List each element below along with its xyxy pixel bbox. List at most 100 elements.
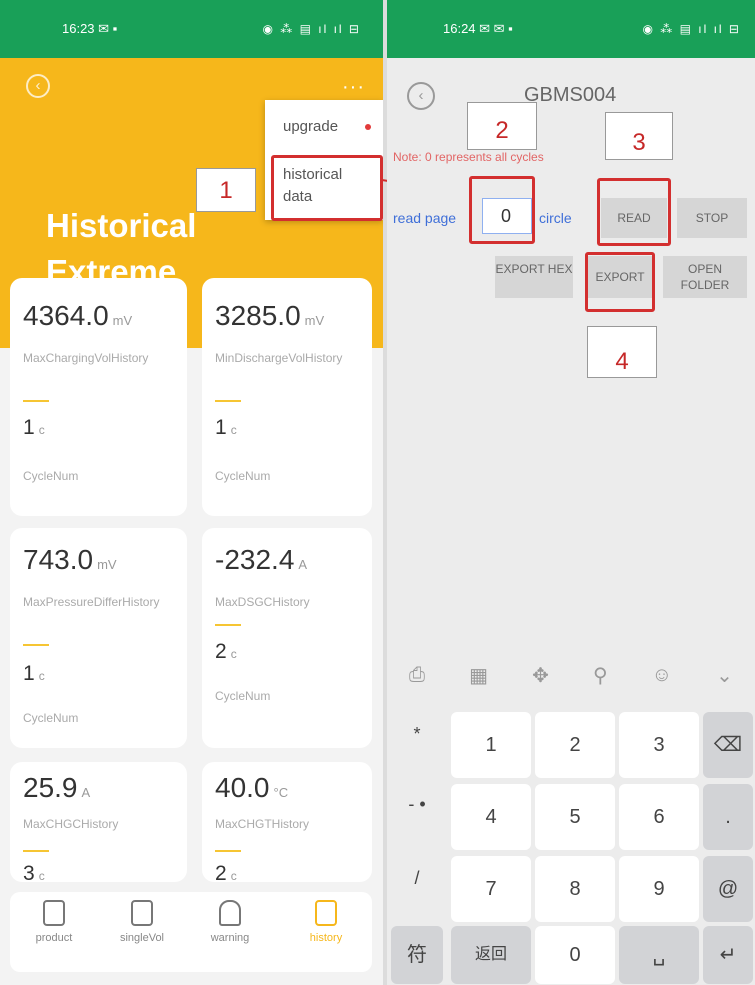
divider (23, 644, 49, 646)
highlight-box-4 (585, 252, 655, 312)
key-6[interactable]: 6 (619, 784, 699, 850)
tab-warning[interactable]: warning (194, 900, 266, 944)
menu-item-label: upgrade (283, 118, 339, 135)
status-time: 16:24 (443, 21, 476, 36)
annotation-2: 2 (467, 102, 537, 150)
status-left-icons: ✉ ▪ (98, 21, 118, 36)
card-value: 25.9 A (23, 772, 91, 803)
cycle-label: CycleNum (215, 689, 271, 703)
back-icon[interactable]: ‹ (26, 74, 50, 98)
tab-singlevol[interactable]: singleVol (106, 900, 178, 944)
back-icon[interactable]: ‹ (407, 82, 435, 110)
cycle-count: 1c (215, 416, 237, 439)
annotation-4: 4 (587, 326, 657, 378)
more-icon[interactable]: ··· (342, 76, 365, 99)
key-5[interactable]: 5 (535, 784, 615, 850)
card-label: MaxPressureDifferHistory (23, 595, 160, 609)
card-label: MaxChargingVolHistory (23, 351, 149, 365)
key-9[interactable]: 9 (619, 856, 699, 922)
card-value: -232.4 A (215, 544, 308, 575)
backspace-icon[interactable]: ⌫ (703, 712, 753, 778)
key-7[interactable]: 7 (451, 856, 531, 922)
status-right-icons: ◉ ⁂ ▤ ıl ıl ⊟ (262, 22, 361, 36)
status-time: 16:23 (62, 21, 95, 36)
card-max-chgt: 40.0 °C MaxCHGTHistory 2c (202, 762, 372, 885)
key-1[interactable]: 1 (451, 712, 531, 778)
tab-history[interactable]: history (290, 900, 362, 944)
tab-product[interactable]: product (18, 900, 90, 944)
key-4[interactable]: 4 (451, 784, 531, 850)
keyboard-toolbar: ⎙ ▦ ✥ ⚲ ☺ ⌄ (387, 640, 755, 710)
cycle-label: CycleNum (23, 469, 79, 483)
card-max-pressure-diff: 743.0 mV MaxPressureDifferHistory 1c Cycl… (10, 528, 187, 748)
key-2[interactable]: 2 (535, 712, 615, 778)
divider (23, 400, 49, 402)
cycle-count: 2c (215, 640, 237, 663)
divider (215, 624, 241, 626)
card-max-charging-vol: 4364.0 mV MaxChargingVolHistory 1c CycleN… (10, 278, 187, 516)
key-back[interactable]: 返回 (451, 926, 531, 984)
key-dash[interactable]: - • (391, 784, 443, 850)
bell-icon (219, 900, 241, 926)
search-icon[interactable]: ⚲ (593, 663, 608, 688)
emoji-icon[interactable]: ☺ (652, 664, 672, 687)
key-star[interactable]: * (391, 712, 443, 778)
status-bar: 16:24 ✉ ✉ ▪ ◉ ⁂ ▤ ıl ıl ⊟ (387, 0, 755, 58)
collapse-icon[interactable]: ⌄ (716, 663, 733, 688)
key-0[interactable]: 0 (535, 926, 615, 984)
read-page-label: read page (393, 210, 457, 226)
enter-icon[interactable]: ↵ (703, 926, 753, 984)
cursor-move-icon[interactable]: ✥ (532, 663, 549, 688)
device-title: GBMS004 (524, 84, 617, 106)
key-at[interactable]: @ (703, 856, 753, 922)
clipboard-icon[interactable]: ⎙ (409, 664, 425, 687)
battery-icon (43, 900, 65, 926)
card-value: 40.0 °C (215, 772, 289, 803)
stop-button[interactable]: STOP (677, 198, 747, 238)
card-label: MaxCHGTHistory (215, 817, 310, 831)
card-value: 4364.0 mV (23, 300, 133, 331)
card-label: MinDischargeVolHistory (215, 351, 343, 365)
cycle-count: 2c (215, 862, 237, 885)
key-8[interactable]: 8 (535, 856, 615, 922)
annotation-3: 3 (605, 112, 673, 160)
status-right-icons: ◉ ⁂ ▤ ıl ıl ⊟ (642, 22, 741, 36)
left-screen: 16:23 ✉ ▪ ◉ ⁂ ▤ ıl ıl ⊟ ‹ ··· Historical… (0, 0, 383, 985)
open-folder-button[interactable]: OPEN FOLDER (663, 256, 747, 298)
right-screen: 16:24 ✉ ✉ ▪ ◉ ⁂ ▤ ıl ıl ⊟ ‹ GBMS004 2 No… (387, 0, 755, 985)
card-label: MaxDSGCHistory (215, 595, 310, 609)
space-key-icon[interactable]: ␣ (619, 926, 699, 984)
divider (23, 850, 49, 852)
note-text: Note: 0 represents all cycles (393, 150, 544, 164)
cycle-label: CycleNum (215, 469, 271, 483)
divider (215, 850, 241, 852)
bottom-tab-bar: product singleVol warning history (10, 892, 372, 972)
card-value: 3285.0 mV (215, 300, 325, 331)
highlight-box-2 (469, 176, 535, 244)
history-icon (315, 900, 337, 926)
cycle-count: 3c (23, 862, 45, 885)
card-min-discharge-vol: 3285.0 mV MinDischargeVolHistory 1c Cycle… (202, 278, 372, 516)
card-label: MaxCHGCHistory (23, 817, 119, 831)
cycle-count: 1c (23, 662, 45, 685)
highlight-box-1 (271, 155, 383, 221)
divider (215, 400, 241, 402)
card-max-dsgc: -232.4 A MaxDSGCHistory 2c CycleNum (202, 528, 372, 748)
notification-dot (365, 124, 371, 130)
card-max-chgc: 25.9 A MaxCHGCHistory 3c (10, 762, 187, 885)
cycle-label: CycleNum (23, 711, 79, 725)
annotation-1: 1 (196, 168, 256, 212)
key-symbols[interactable]: 符 (391, 926, 443, 984)
key-3[interactable]: 3 (619, 712, 699, 778)
status-left-icons: ✉ ✉ ▪ (479, 21, 513, 36)
key-slash[interactable]: / (391, 856, 443, 922)
cycle-count: 1c (23, 416, 45, 439)
keyboard-icon[interactable]: ▦ (469, 663, 488, 688)
key-dot[interactable]: . (703, 784, 753, 850)
card-value: 743.0 mV (23, 544, 117, 575)
highlight-box-3 (597, 178, 671, 246)
export-hex-button[interactable]: EXPORT HEX (495, 256, 573, 298)
circle-label: circle (539, 210, 572, 226)
cell-icon (131, 900, 153, 926)
menu-item-upgrade[interactable]: upgrade (265, 100, 383, 154)
